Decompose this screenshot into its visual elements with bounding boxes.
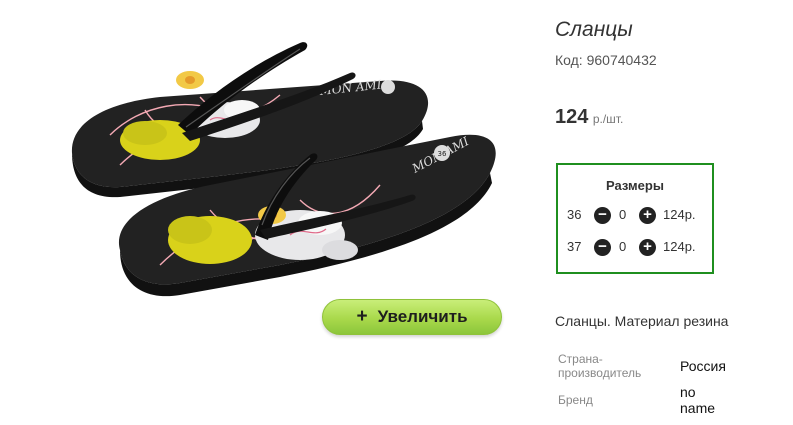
decrease-quantity-button[interactable]: − — [594, 239, 611, 256]
sizes-panel: Размеры 36 − 0 + 124р. 37 − 0 + 124р. — [556, 163, 714, 274]
product-code-label: Код: — [555, 52, 583, 68]
zoom-button[interactable]: + Увеличить — [322, 299, 502, 335]
spec-value-brand: no name — [680, 384, 716, 416]
product-image[interactable]: MON AMI MON AMI 36 — [50, 25, 500, 310]
spec-label-brand: Бренд — [558, 393, 593, 407]
quantity-value: 0 — [619, 239, 627, 254]
product-description: Сланцы. Материал резина — [555, 313, 729, 329]
quantity-value: 0 — [619, 207, 627, 222]
product-title: Сланцы — [555, 18, 633, 41]
decrease-quantity-button[interactable]: − — [594, 207, 611, 224]
spec-value-country: Россия — [680, 358, 726, 374]
spec-label-country: Страна- производитель — [558, 352, 642, 380]
price: 124 р./шт. — [555, 106, 623, 129]
increase-quantity-button[interactable]: + — [639, 239, 656, 256]
size-label: 37 — [567, 239, 582, 254]
size-price: 124р. — [663, 207, 696, 222]
product-code: Код: 960740432 — [555, 52, 657, 68]
size-label: 36 — [567, 207, 582, 222]
price-unit: р./шт. — [592, 112, 624, 126]
product-code-value: 960740432 — [586, 52, 657, 68]
zoom-button-label: Увеличить — [377, 307, 468, 326]
increase-quantity-button[interactable]: + — [639, 207, 656, 224]
sole-size-print: 36 — [438, 150, 447, 158]
sizes-title: Размеры — [606, 178, 664, 193]
price-value: 124 — [555, 106, 589, 128]
plus-icon: + — [356, 306, 368, 327]
size-price: 124р. — [663, 239, 696, 254]
